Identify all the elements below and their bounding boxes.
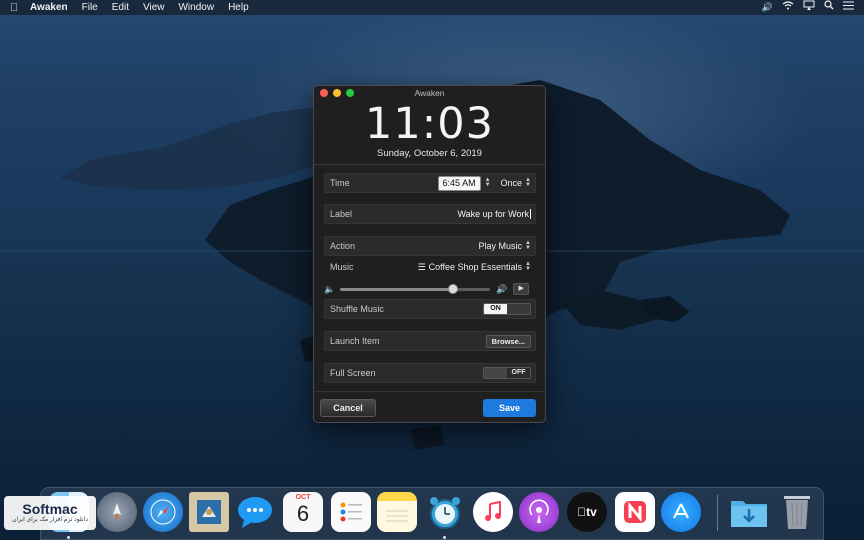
tv-label: tv [581,505,597,519]
trash-icon[interactable] [777,492,817,532]
time-stepper-icon[interactable]: ▲ ▼ [485,177,491,188]
dock: OCT 6 tv [40,487,824,540]
messages-icon[interactable] [235,492,275,532]
music-label: Music [330,262,354,272]
awaken-icon[interactable] [425,492,465,532]
menu-app-name[interactable]: Awaken [28,0,75,15]
cancel-button[interactable]: Cancel [320,399,376,417]
launchpad-icon[interactable] [97,492,137,532]
chevron-updown-icon: ▲ ▼ [525,240,531,251]
status-area: 🔊 [762,0,864,15]
menu-view[interactable]: View [136,0,172,15]
action-label: Action [330,241,356,251]
safari-icon[interactable] [143,492,183,532]
volume-slider-knob[interactable] [447,283,458,294]
menu-file[interactable]: File [75,0,105,15]
music-value: Coffee Shop Essentials [428,262,523,272]
running-indicator [443,536,446,539]
save-button[interactable]: Save [483,399,536,417]
podcasts-icon[interactable] [519,492,559,532]
volume-slider[interactable] [340,283,490,294]
current-date: Sunday, October 6, 2019 [377,148,482,159]
watermark: Softmac دانلود نرم افزار مک برای ایران [4,496,96,530]
toggle-track [484,368,507,378]
full-screen-label: Full Screen [330,368,376,378]
current-time-clock: 11:03 [365,99,494,149]
label-row: Label Wake up for Work [324,204,536,224]
shuffle-row: Shuffle Music ON [324,299,536,319]
apple-icon:  [577,505,586,519]
music-popup[interactable]: ☰ Coffee Shop Essentials ▲ ▼ [417,261,531,273]
full-screen-row: Full Screen OFF [324,363,536,383]
full-screen-toggle-state: OFF [507,368,530,378]
shuffle-toggle[interactable]: ON [483,303,531,315]
volume-row: 🔈 🔊 ▶ [324,280,536,298]
app-store-icon[interactable] [661,492,701,532]
time-label: Time [330,178,350,188]
toggle-track [507,304,530,314]
window-title: Awaken [414,88,445,98]
watermark-tagline: دانلود نرم افزار مک برای ایران [12,516,88,523]
running-indicator [67,536,70,539]
volume-slider-fill [340,287,453,291]
calendar-day: 6 [296,501,310,526]
apple-icon[interactable]:  [0,2,28,14]
divider [314,391,545,392]
dock-separator [717,495,718,531]
search-icon[interactable] [824,0,834,15]
launch-item-label: Launch Item [330,336,380,346]
volume-low-icon: 🔈 [324,283,336,294]
mail-icon[interactable] [189,492,229,532]
launch-item-row: Launch Item Browse... [324,331,536,351]
playlist-icon: ☰ [417,261,426,272]
time-input[interactable]: 6:45 AM [437,175,481,191]
tv-icon[interactable]: tv [567,492,607,532]
title-bar[interactable]: Awaken [314,86,545,100]
repeat-value: Once [500,178,523,188]
awaken-window: Awaken 11:03 Sunday, October 6, 2019 Tim… [313,85,546,423]
chevron-updown-icon: ▲ ▼ [525,261,531,272]
action-row: Action Play Music ▲ ▼ [324,236,536,256]
browse-button[interactable]: Browse... [485,334,531,348]
menubar:  Awaken File Edit View Window Help 🔊 [0,0,864,15]
play-preview-button[interactable]: ▶ [513,283,530,295]
shuffle-label: Shuffle Music [330,304,384,314]
repeat-popup[interactable]: Once ▲ ▼ [500,177,531,188]
airplay-icon[interactable] [803,0,815,15]
full-screen-toggle[interactable]: OFF [483,367,531,379]
watermark-logo: Softmac [22,500,78,517]
volume-high-icon: 🔊 [496,283,508,294]
music-row: Music ☰ Coffee Shop Essentials ▲ ▼ [324,257,536,277]
shuffle-toggle-state: ON [484,304,507,314]
notes-icon[interactable] [377,492,417,532]
time-row: Time 6:45 AM ▲ ▼ Once ▲ ▼ [324,173,536,193]
music-icon[interactable] [473,492,513,532]
chevron-updown-icon: ▲ ▼ [525,177,531,188]
list-icon[interactable] [843,0,854,15]
action-popup[interactable]: Play Music ▲ ▼ [478,240,531,251]
downloads-folder-icon[interactable] [729,492,769,532]
calendar-icon[interactable]: OCT 6 [283,492,323,532]
action-value: Play Music [478,241,523,251]
menu-window[interactable]: Window [171,0,221,15]
menu-edit[interactable]: Edit [105,0,136,15]
reminders-icon[interactable] [331,492,371,532]
divider [314,164,545,165]
menu-help[interactable]: Help [221,0,256,15]
volume-icon[interactable]: 🔊 [762,0,773,15]
label-input[interactable]: Wake up for Work [457,209,531,219]
label-label: Label [330,209,353,219]
wifi-icon[interactable] [782,0,794,15]
news-icon[interactable] [615,492,655,532]
